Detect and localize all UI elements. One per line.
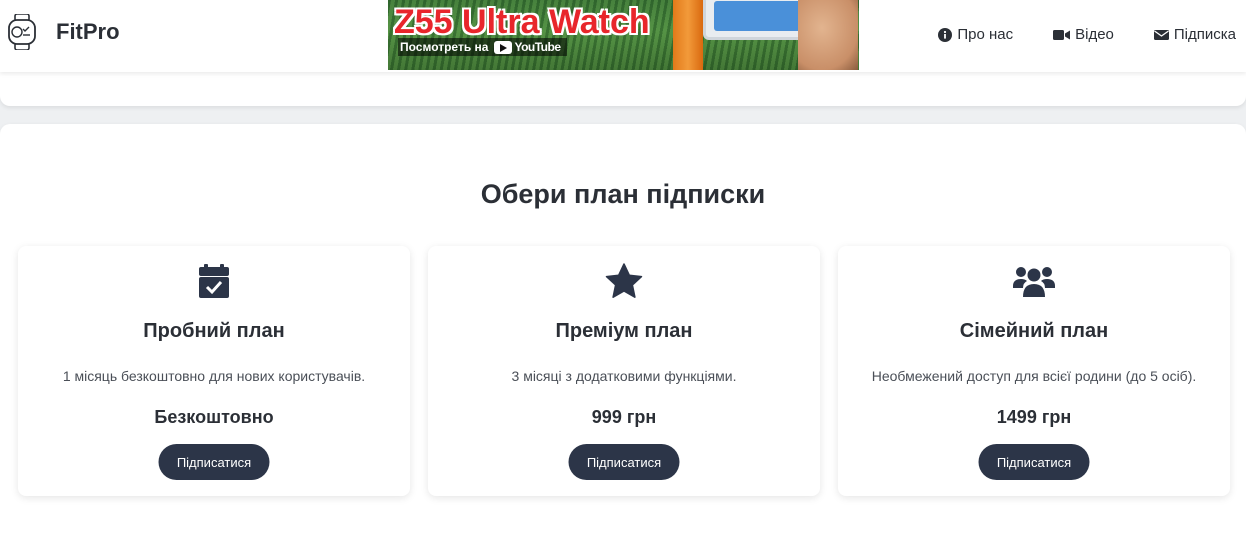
nav-item-label: Про нас <box>957 26 1014 43</box>
plan-description: 3 місяці з додатковими функціями. <box>511 368 737 384</box>
nav-item-subscribe[interactable]: Підписка <box>1153 26 1236 43</box>
subscription-plans-section: Обери план підписки Пробний план 1 місяц… <box>0 124 1246 534</box>
logo[interactable]: FitPro <box>6 14 120 50</box>
phone-image <box>703 0 813 40</box>
banner-title: Z55 Ultra Watch <box>394 3 650 41</box>
previous-section <box>0 72 1246 106</box>
nav-item-label: Відео <box>1075 26 1114 43</box>
youtube-video-banner[interactable]: Z55 Ultra Watch Посмотреть на YouTube <box>388 0 859 70</box>
envelope-icon <box>1153 29 1169 40</box>
plan-card-family: Сімейний план Необмежений доступ для всі… <box>838 246 1230 496</box>
youtube-play-icon <box>494 40 513 54</box>
info-circle-icon <box>938 27 953 42</box>
plan-cards: Пробний план 1 місяць безкоштовно для но… <box>18 246 1230 496</box>
calendar-check-icon <box>199 264 229 298</box>
watch-on-label: Посмотреть на <box>400 40 489 54</box>
site-header: FitPro Z55 Ultra Watch Посмотреть на You… <box>0 0 1246 72</box>
plan-price: 1499 грн <box>996 407 1072 427</box>
plan-description: 1 місяць безкоштовно для нових користува… <box>62 368 366 384</box>
subscribe-button[interactable]: Підписатися <box>978 444 1090 480</box>
plan-price: Безкоштовно <box>154 407 274 427</box>
section-title: Обери план підписки <box>480 179 766 209</box>
subscribe-button[interactable]: Підписатися <box>158 444 270 480</box>
plan-card-premium: Преміум план 3 місяці з додатковими функ… <box>428 246 820 496</box>
logo-text: FitPro <box>56 19 120 44</box>
plan-price: 999 грн <box>591 407 657 427</box>
plan-card-trial: Пробний план 1 місяць безкоштовно для но… <box>18 246 410 496</box>
subscribe-button[interactable]: Підписатися <box>568 444 680 480</box>
nav-item-label: Підписка <box>1173 26 1236 43</box>
plan-title: Преміум план <box>555 320 693 342</box>
nav-item-video[interactable]: Відео <box>1053 26 1114 43</box>
nav-item-about[interactable]: Про нас <box>938 26 1013 43</box>
video-camera-icon <box>1053 29 1071 40</box>
plan-title: Сімейний план <box>959 320 1109 342</box>
youtube-label: YouTube <box>514 40 561 54</box>
hand-image <box>798 0 858 70</box>
watch-on-youtube-link[interactable]: Посмотреть на YouTube <box>398 38 567 56</box>
watch-strap-image <box>673 0 703 70</box>
star-icon <box>605 263 643 298</box>
plan-title: Пробний план <box>143 320 285 342</box>
smartwatch-logo-icon <box>8 14 36 50</box>
main-nav: Про нас Відео Підписка <box>898 26 1236 43</box>
users-icon <box>1013 267 1055 297</box>
youtube-logo: YouTube <box>494 40 561 54</box>
plan-description: Необмежений доступ для всієї родини (до … <box>871 368 1197 384</box>
